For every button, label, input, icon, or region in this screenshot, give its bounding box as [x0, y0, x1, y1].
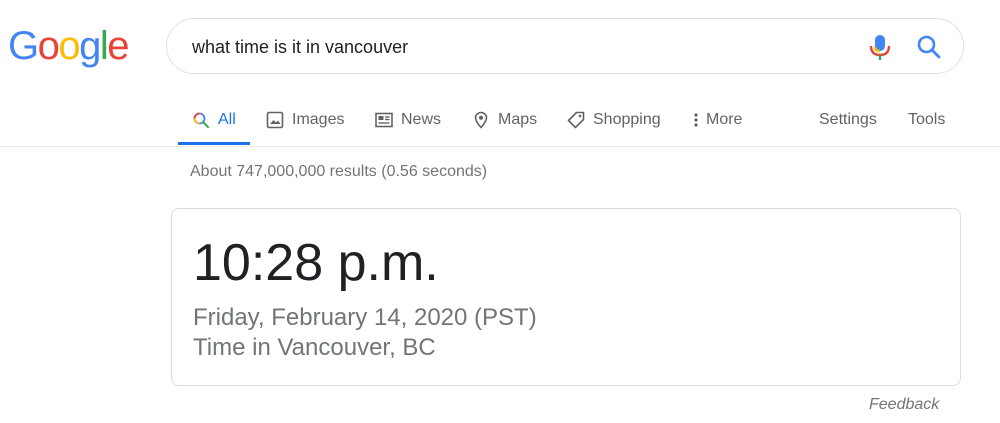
news-icon [375, 111, 393, 129]
logo-letter: o [58, 24, 80, 68]
tab-settings[interactable]: Settings [819, 96, 877, 144]
search-input[interactable] [192, 33, 832, 61]
tab-label: News [401, 111, 442, 128]
logo-letter: e [107, 24, 129, 68]
google-logo[interactable]: Google [8, 24, 129, 68]
search-box[interactable] [166, 18, 964, 74]
tab-news[interactable]: News [375, 96, 441, 144]
tab-more[interactable]: More [688, 96, 742, 144]
mic-icon[interactable] [867, 33, 893, 61]
logo-letter: G [8, 24, 39, 68]
search-tabs: All Images News Maps Shopping More Setti… [0, 96, 1000, 147]
tab-all[interactable]: All [178, 96, 250, 145]
tab-label: Shopping [593, 111, 661, 128]
tab-label: Maps [498, 111, 538, 128]
map-pin-icon [472, 111, 490, 129]
tab-label: More [706, 111, 743, 128]
tab-label: All [218, 111, 236, 128]
logo-letter: g [79, 24, 101, 68]
image-icon [266, 111, 284, 129]
feedback-link[interactable]: Feedback [869, 396, 939, 414]
tab-images[interactable]: Images [266, 96, 344, 144]
result-stats: About 747,000,000 results (0.56 seconds) [190, 163, 488, 180]
time-location: Time in Vancouver, BC [193, 334, 436, 361]
tab-label: Images [292, 111, 345, 128]
tab-maps[interactable]: Maps [472, 96, 537, 144]
current-time: 10:28 p.m. [193, 234, 439, 292]
tag-icon [567, 111, 585, 129]
tab-label: Tools [908, 111, 946, 128]
more-vert-icon [688, 111, 700, 129]
tab-label: Settings [819, 111, 877, 128]
tab-tools[interactable]: Tools [908, 96, 945, 144]
search-icon [192, 111, 210, 129]
current-date: Friday, February 14, 2020 (PST) [193, 304, 537, 331]
logo-letter: o [37, 24, 60, 68]
search-icon[interactable] [915, 33, 943, 61]
time-card: 10:28 p.m. Friday, February 14, 2020 (PS… [171, 208, 961, 386]
tab-shopping[interactable]: Shopping [567, 96, 661, 144]
logo-letter: l [99, 24, 109, 68]
